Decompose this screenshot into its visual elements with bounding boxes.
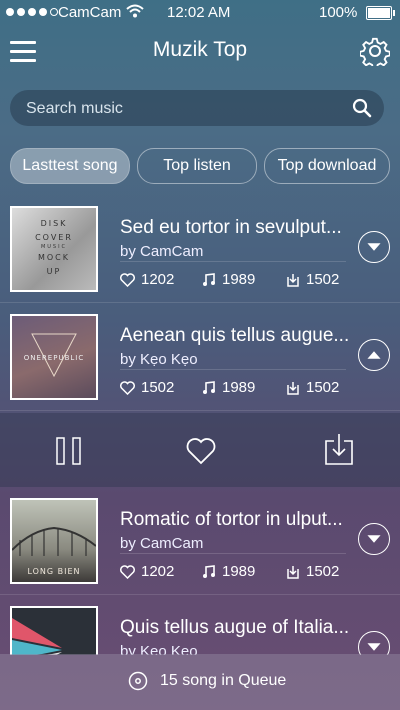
heart-icon[interactable] (186, 437, 216, 465)
downloads-count: 1502 (286, 563, 339, 580)
search-input[interactable] (24, 90, 348, 128)
heart-icon (120, 272, 135, 287)
gear-icon[interactable] (360, 36, 390, 66)
cover-text: LONG BIEN (27, 567, 80, 576)
download-icon (287, 565, 299, 579)
song-title: Aenean quis tellus augue... (120, 325, 350, 346)
wifi-icon (126, 4, 144, 18)
list-item[interactable]: ONEREPUBLIC Aenean quis tellus augue... … (0, 303, 400, 411)
signal-strength-icon (6, 8, 58, 16)
carrier-name: CamCam (58, 4, 122, 21)
disc-icon (128, 671, 148, 691)
downloads-count: 1502 (286, 379, 339, 396)
download-icon (287, 381, 299, 395)
album-cover (10, 606, 98, 655)
heart-icon (120, 380, 135, 395)
page-title: Muzik Top (152, 38, 248, 61)
album-cover: ONEREPUBLIC (10, 314, 98, 400)
music-note-icon (203, 272, 215, 286)
list-item[interactable]: Quis tellus augue of Italia... by Kẹo Kẹ… (0, 595, 400, 655)
pause-icon[interactable] (56, 437, 82, 465)
chevron-down-icon[interactable] (358, 523, 390, 555)
list-item[interactable]: DISK COVER MUSIC MOCK UP Sed eu tortor i… (0, 195, 400, 303)
music-note-icon (203, 564, 215, 578)
plays-count: 1989 (202, 271, 255, 288)
song-artist: by CamCam (120, 243, 204, 260)
queue-bar[interactable]: 15 song in Queue (0, 654, 400, 710)
category-tabs: Lasttest song Top listen Top download (10, 148, 390, 184)
cover-text: MOCK (38, 253, 70, 262)
song-stats: 1202 1989 1502 (120, 553, 346, 584)
plays-count: 1989 (202, 563, 255, 580)
tab-latest-song[interactable]: Lasttest song (10, 148, 130, 184)
cover-text: UP (47, 267, 62, 276)
music-note-icon (203, 380, 215, 394)
likes-count: 1202 (120, 271, 174, 288)
player-controls (0, 413, 400, 487)
song-title: Romatic of tortor in ulput... (120, 509, 343, 530)
song-title: Sed eu tortor in sevulput... (120, 217, 342, 238)
likes-count: 1202 (120, 563, 174, 580)
navigation-bar: Muzik Top (0, 26, 400, 76)
search-bar (10, 90, 384, 128)
tab-top-download[interactable]: Top download (264, 148, 390, 184)
song-stats: 1202 1989 1502 (120, 261, 346, 292)
heart-icon (120, 564, 135, 579)
song-stats: 1502 1989 1502 (120, 369, 346, 400)
chevron-down-icon[interactable] (358, 631, 390, 655)
download-icon (287, 273, 299, 287)
song-title: Quis tellus augue of Italia... (120, 617, 350, 638)
downloads-count: 1502 (286, 271, 339, 288)
battery-percentage: 100% (319, 4, 358, 21)
battery-icon (366, 6, 395, 20)
likes-count: 1502 (120, 379, 174, 396)
cover-text: DISK (41, 219, 68, 228)
list-item[interactable]: LONG BIEN Romatic of tortor in ulput... … (0, 487, 400, 595)
song-artist: by CamCam (120, 535, 204, 552)
chevron-down-icon[interactable] (358, 231, 390, 263)
cover-text: MUSIC (41, 244, 67, 250)
cover-text: COVER (35, 233, 73, 242)
cover-text: ONEREPUBLIC (24, 354, 84, 362)
album-cover: LONG BIEN (10, 498, 98, 584)
queue-label: 15 song in Queue (160, 672, 287, 689)
album-cover: DISK COVER MUSIC MOCK UP (10, 206, 98, 292)
status-bar: CamCam 12:02 AM 100% (0, 0, 400, 26)
song-artist: by Kẹo Kẹo (120, 351, 198, 368)
chevron-up-icon[interactable] (358, 339, 390, 371)
search-icon[interactable] (352, 98, 372, 118)
download-icon[interactable] (325, 433, 353, 465)
tab-top-listen[interactable]: Top listen (137, 148, 257, 184)
clock: 12:02 AM (167, 4, 231, 21)
plays-count: 1989 (202, 379, 255, 396)
